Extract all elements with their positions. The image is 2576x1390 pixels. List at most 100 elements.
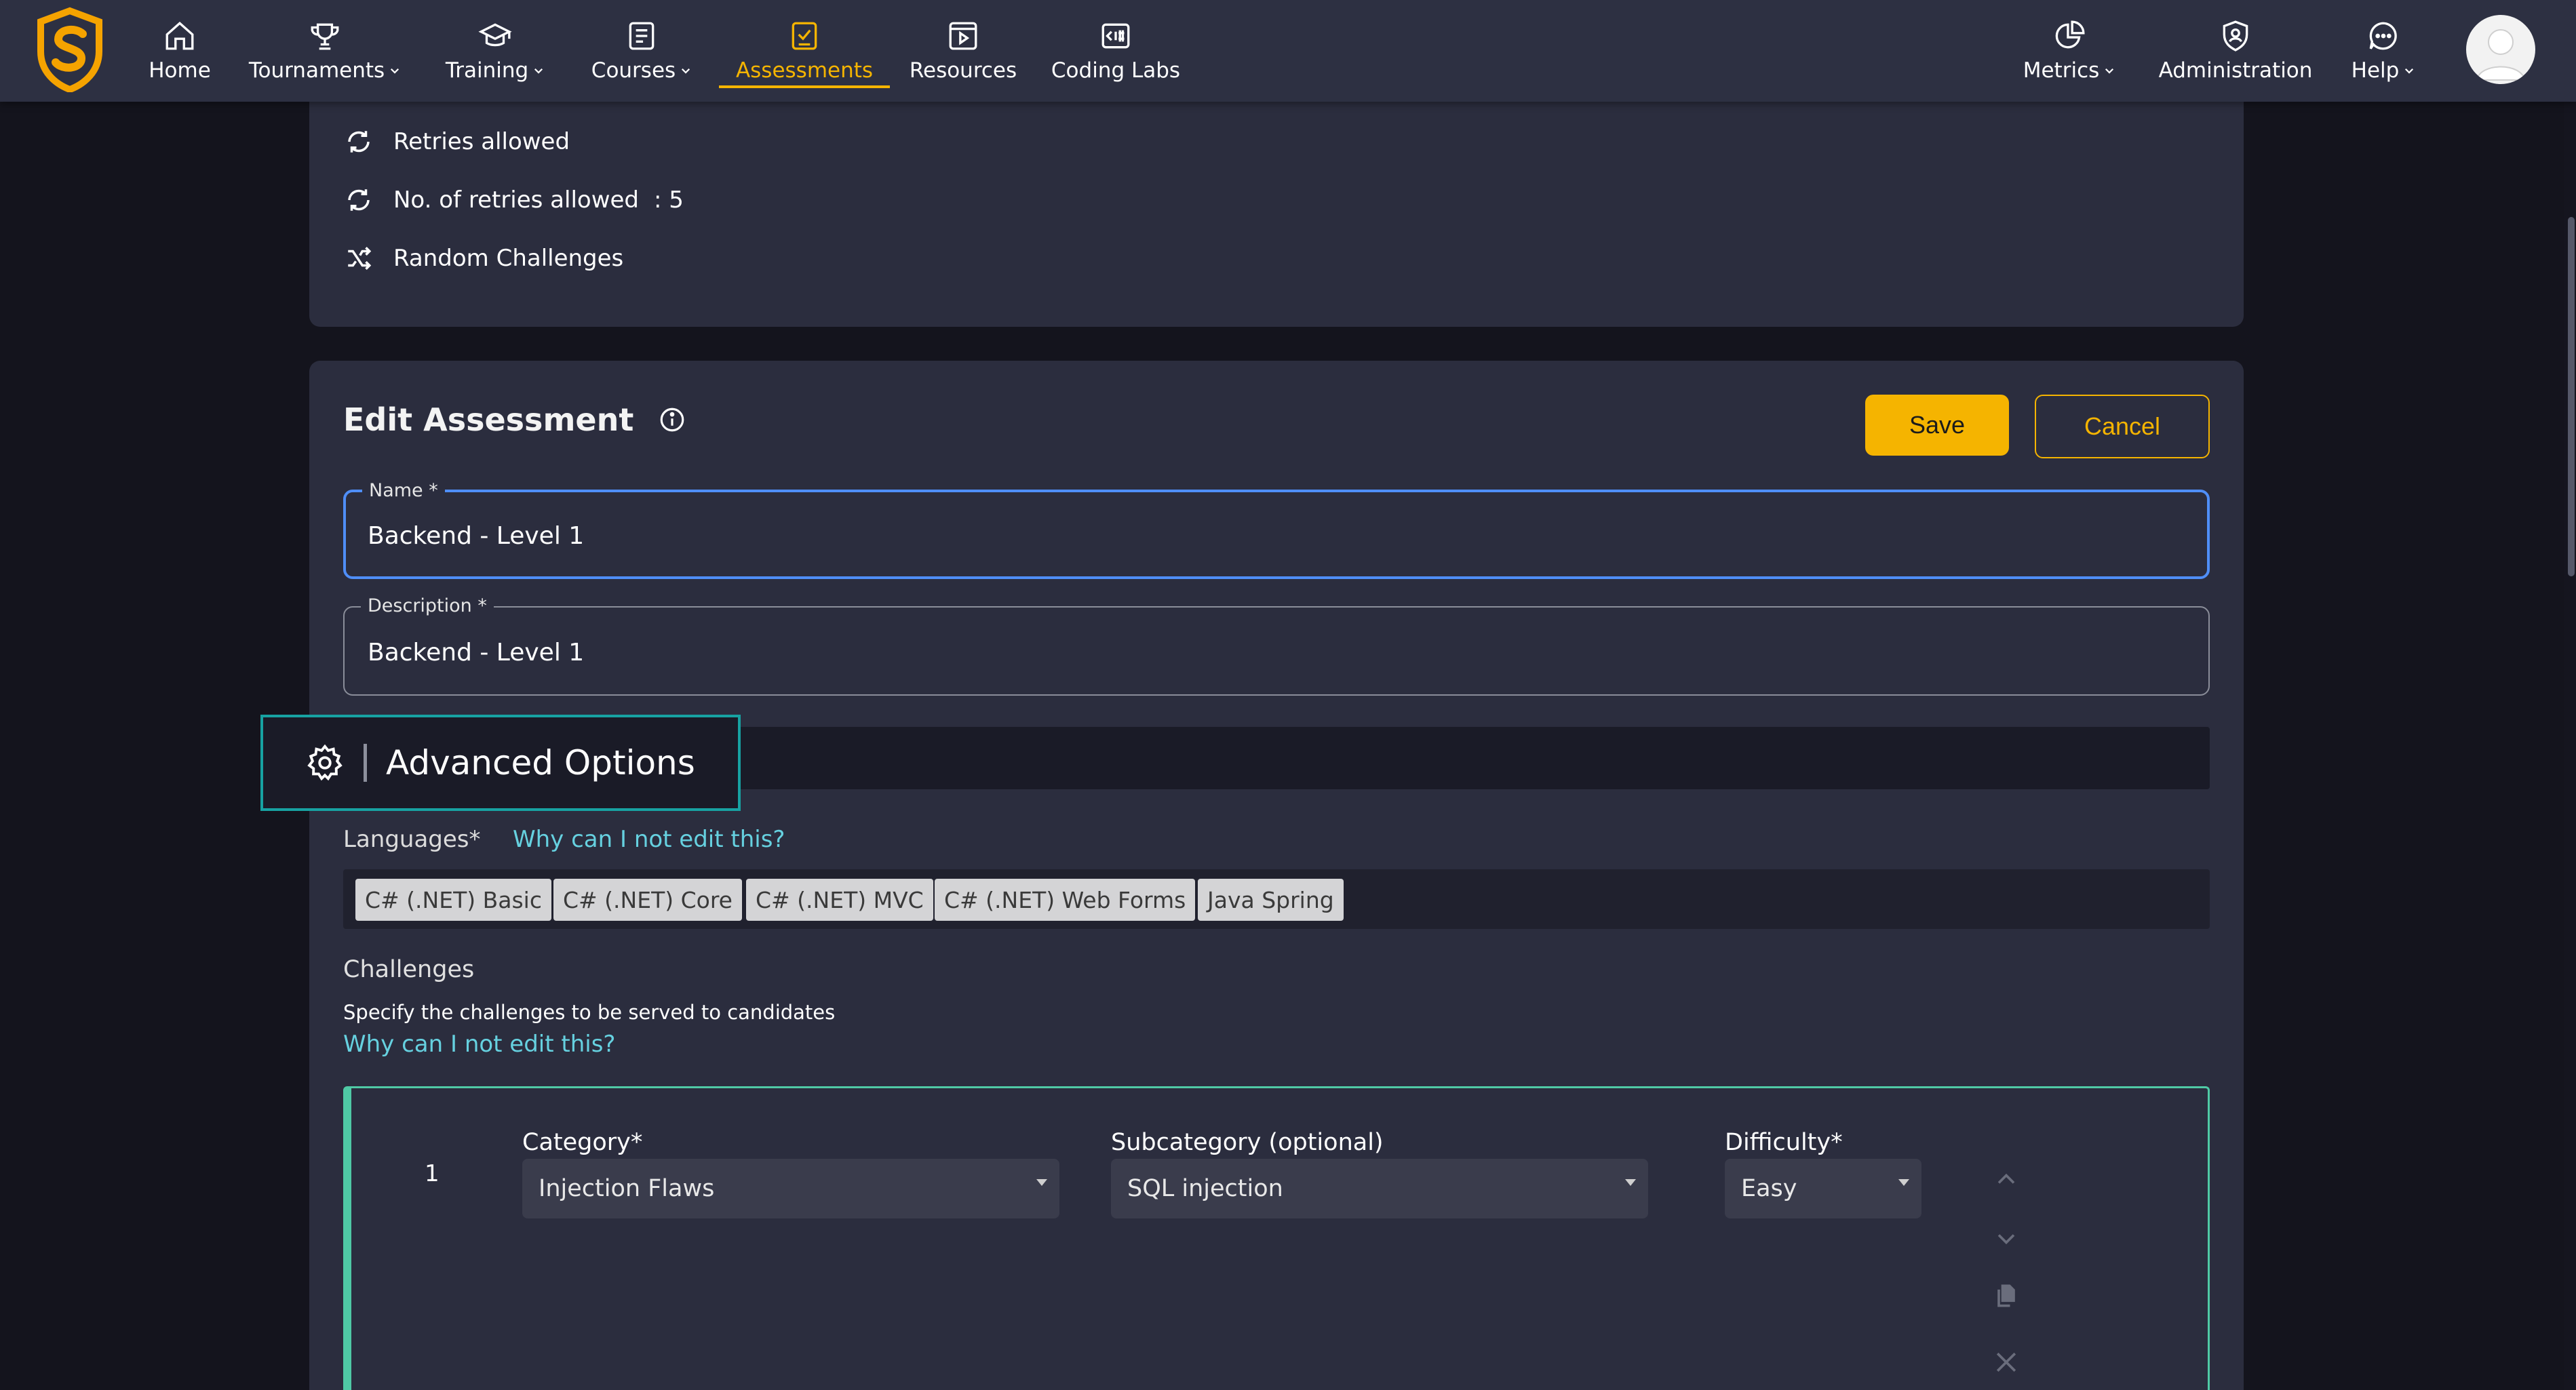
challenge-row: 1 Category* Injection Flaws Subcategory … [343, 1086, 2210, 1390]
edit-title-row: Edit Assessment [343, 401, 686, 438]
scrollbar-thumb[interactable] [2568, 217, 2575, 576]
category-label: Category* [522, 1129, 643, 1156]
top-navbar: Home Tournaments Training Courses Assess… [0, 0, 2576, 102]
retries-allowed-row: Retries allowed [345, 127, 570, 156]
languages-why-link[interactable]: Why can I not edit this? [513, 826, 785, 853]
description-field-label: Description * [361, 595, 494, 616]
category-select[interactable]: Injection Flaws [522, 1159, 1059, 1218]
gear-icon [307, 744, 343, 781]
cancel-button[interactable]: Cancel [2035, 395, 2210, 458]
chevron-down-icon [2405, 68, 2414, 74]
description-field[interactable]: Description * Backend - Level 1 [343, 595, 2210, 696]
close-icon [1996, 1352, 2016, 1372]
chevron-down-icon [391, 68, 399, 74]
caret-down-icon [1036, 1179, 1047, 1186]
edit-assessment-card: Edit Assessment Save Cancel Name * Backe… [309, 361, 2244, 1390]
languages-label: Languages* [343, 826, 481, 853]
duplicate-button[interactable] [1991, 1281, 2021, 1311]
trophy-icon [311, 23, 339, 50]
book-icon [629, 22, 655, 50]
info-icon[interactable] [658, 405, 686, 434]
chevron-down-icon [682, 68, 690, 74]
nav-tournaments[interactable]: Tournaments [247, 0, 403, 102]
description-field-value[interactable]: Backend - Level 1 [368, 639, 584, 667]
pie-chart-icon [2055, 20, 2085, 49]
chevron-up-icon [1997, 1173, 2015, 1184]
subcategory-select-value: SQL injection [1127, 1175, 1283, 1202]
subcategory-label: Subcategory (optional) [1111, 1129, 1384, 1156]
challenge-number: 1 [425, 1160, 440, 1187]
nav-metrics[interactable]: Metrics [2018, 0, 2120, 102]
challenges-why-link[interactable]: Why can I not edit this? [343, 1031, 615, 1058]
retries-count-row: No. of retries allowed : 5 [345, 186, 684, 214]
save-button[interactable]: Save [1865, 395, 2009, 456]
nav-administration[interactable]: Administration [2157, 0, 2314, 102]
category-select-value: Injection Flaws [539, 1175, 715, 1202]
admin-shield-icon [2223, 20, 2248, 52]
nav-administration-label: Administration [2158, 58, 2313, 83]
nav-courses[interactable]: Courses [587, 0, 696, 102]
nav-resources-label: Resources [909, 58, 1017, 83]
refresh-icon [348, 189, 370, 211]
nav-assessments[interactable]: Assessments [719, 0, 890, 102]
nav-home-label: Home [149, 58, 211, 83]
assessment-summary-card: Retries allowed No. of retries allowed :… [309, 81, 2244, 327]
retries-allowed-text: Retries allowed [393, 128, 570, 155]
nav-help-label: Help [2351, 58, 2400, 83]
random-challenges-row: Random Challenges [345, 244, 623, 273]
name-field-label: Name * [362, 480, 445, 501]
chevron-down-icon [534, 68, 543, 74]
divider [364, 744, 367, 782]
difficulty-select-value: Easy [1741, 1175, 1797, 1202]
name-field-value[interactable]: Backend - Level 1 [368, 522, 584, 550]
chat-help-icon [2369, 22, 2397, 50]
shuffle-icon [348, 247, 372, 270]
avatar[interactable] [2466, 15, 2535, 84]
caret-down-icon [1625, 1179, 1636, 1186]
nav-home[interactable]: Home [142, 0, 217, 102]
language-chip: C# (.NET) Web Forms [935, 879, 1196, 921]
chevron-down-icon [1997, 1234, 2015, 1245]
name-field[interactable]: Name * Backend - Level 1 [343, 480, 2210, 579]
advanced-options-label: Advanced Options [386, 743, 695, 782]
chevron-down-icon [2105, 68, 2114, 74]
home-icon [165, 22, 194, 50]
challenges-title: Challenges [343, 956, 475, 983]
move-up-button[interactable] [1991, 1164, 2021, 1194]
challenges-subtitle: Specify the challenges to be served to c… [343, 1001, 836, 1024]
code-icon [1101, 23, 1130, 49]
nav-resources[interactable]: Resources [909, 0, 1017, 102]
nav-coding-labs-label: Coding Labs [1051, 58, 1181, 83]
random-challenges-text: Random Challenges [393, 245, 624, 272]
difficulty-select[interactable]: Easy [1725, 1159, 1921, 1218]
caret-down-icon [1898, 1179, 1909, 1186]
nav-help[interactable]: Help [2348, 0, 2419, 102]
page-title: Edit Assessment [343, 401, 634, 438]
retries-count-label: No. of retries allowed [393, 186, 640, 214]
subcategory-select[interactable]: SQL injection [1111, 1159, 1648, 1218]
nav-assessments-label: Assessments [735, 58, 874, 83]
nav-training[interactable]: Training [444, 0, 547, 102]
retries-count-value: : 5 [654, 186, 684, 214]
delete-button[interactable] [1991, 1347, 2021, 1377]
nav-training-label: Training [445, 58, 529, 83]
copy-icon [1997, 1284, 2015, 1307]
media-icon [949, 22, 977, 50]
logo-icon[interactable] [35, 7, 104, 92]
language-chip: C# (.NET) Core [553, 879, 742, 921]
right-gutter [2244, 102, 2576, 1390]
move-down-button[interactable] [1991, 1224, 2021, 1254]
graduation-cap-icon [478, 23, 512, 47]
nav-tournaments-label: Tournaments [248, 58, 385, 83]
language-chip: Java Spring [1198, 879, 1344, 921]
difficulty-label: Difficulty* [1725, 1129, 1843, 1156]
checklist-icon [792, 22, 817, 50]
user-icon [2476, 29, 2526, 81]
advanced-options-toggle[interactable]: Advanced Options [260, 715, 741, 811]
refresh-icon [348, 131, 370, 153]
nav-courses-label: Courses [591, 58, 676, 83]
language-chip: C# (.NET) MVC [746, 879, 933, 921]
language-chip: C# (.NET) Basic [355, 879, 551, 921]
nav-coding-labs[interactable]: Coding Labs [1051, 0, 1181, 102]
nav-metrics-label: Metrics [2023, 58, 2100, 83]
